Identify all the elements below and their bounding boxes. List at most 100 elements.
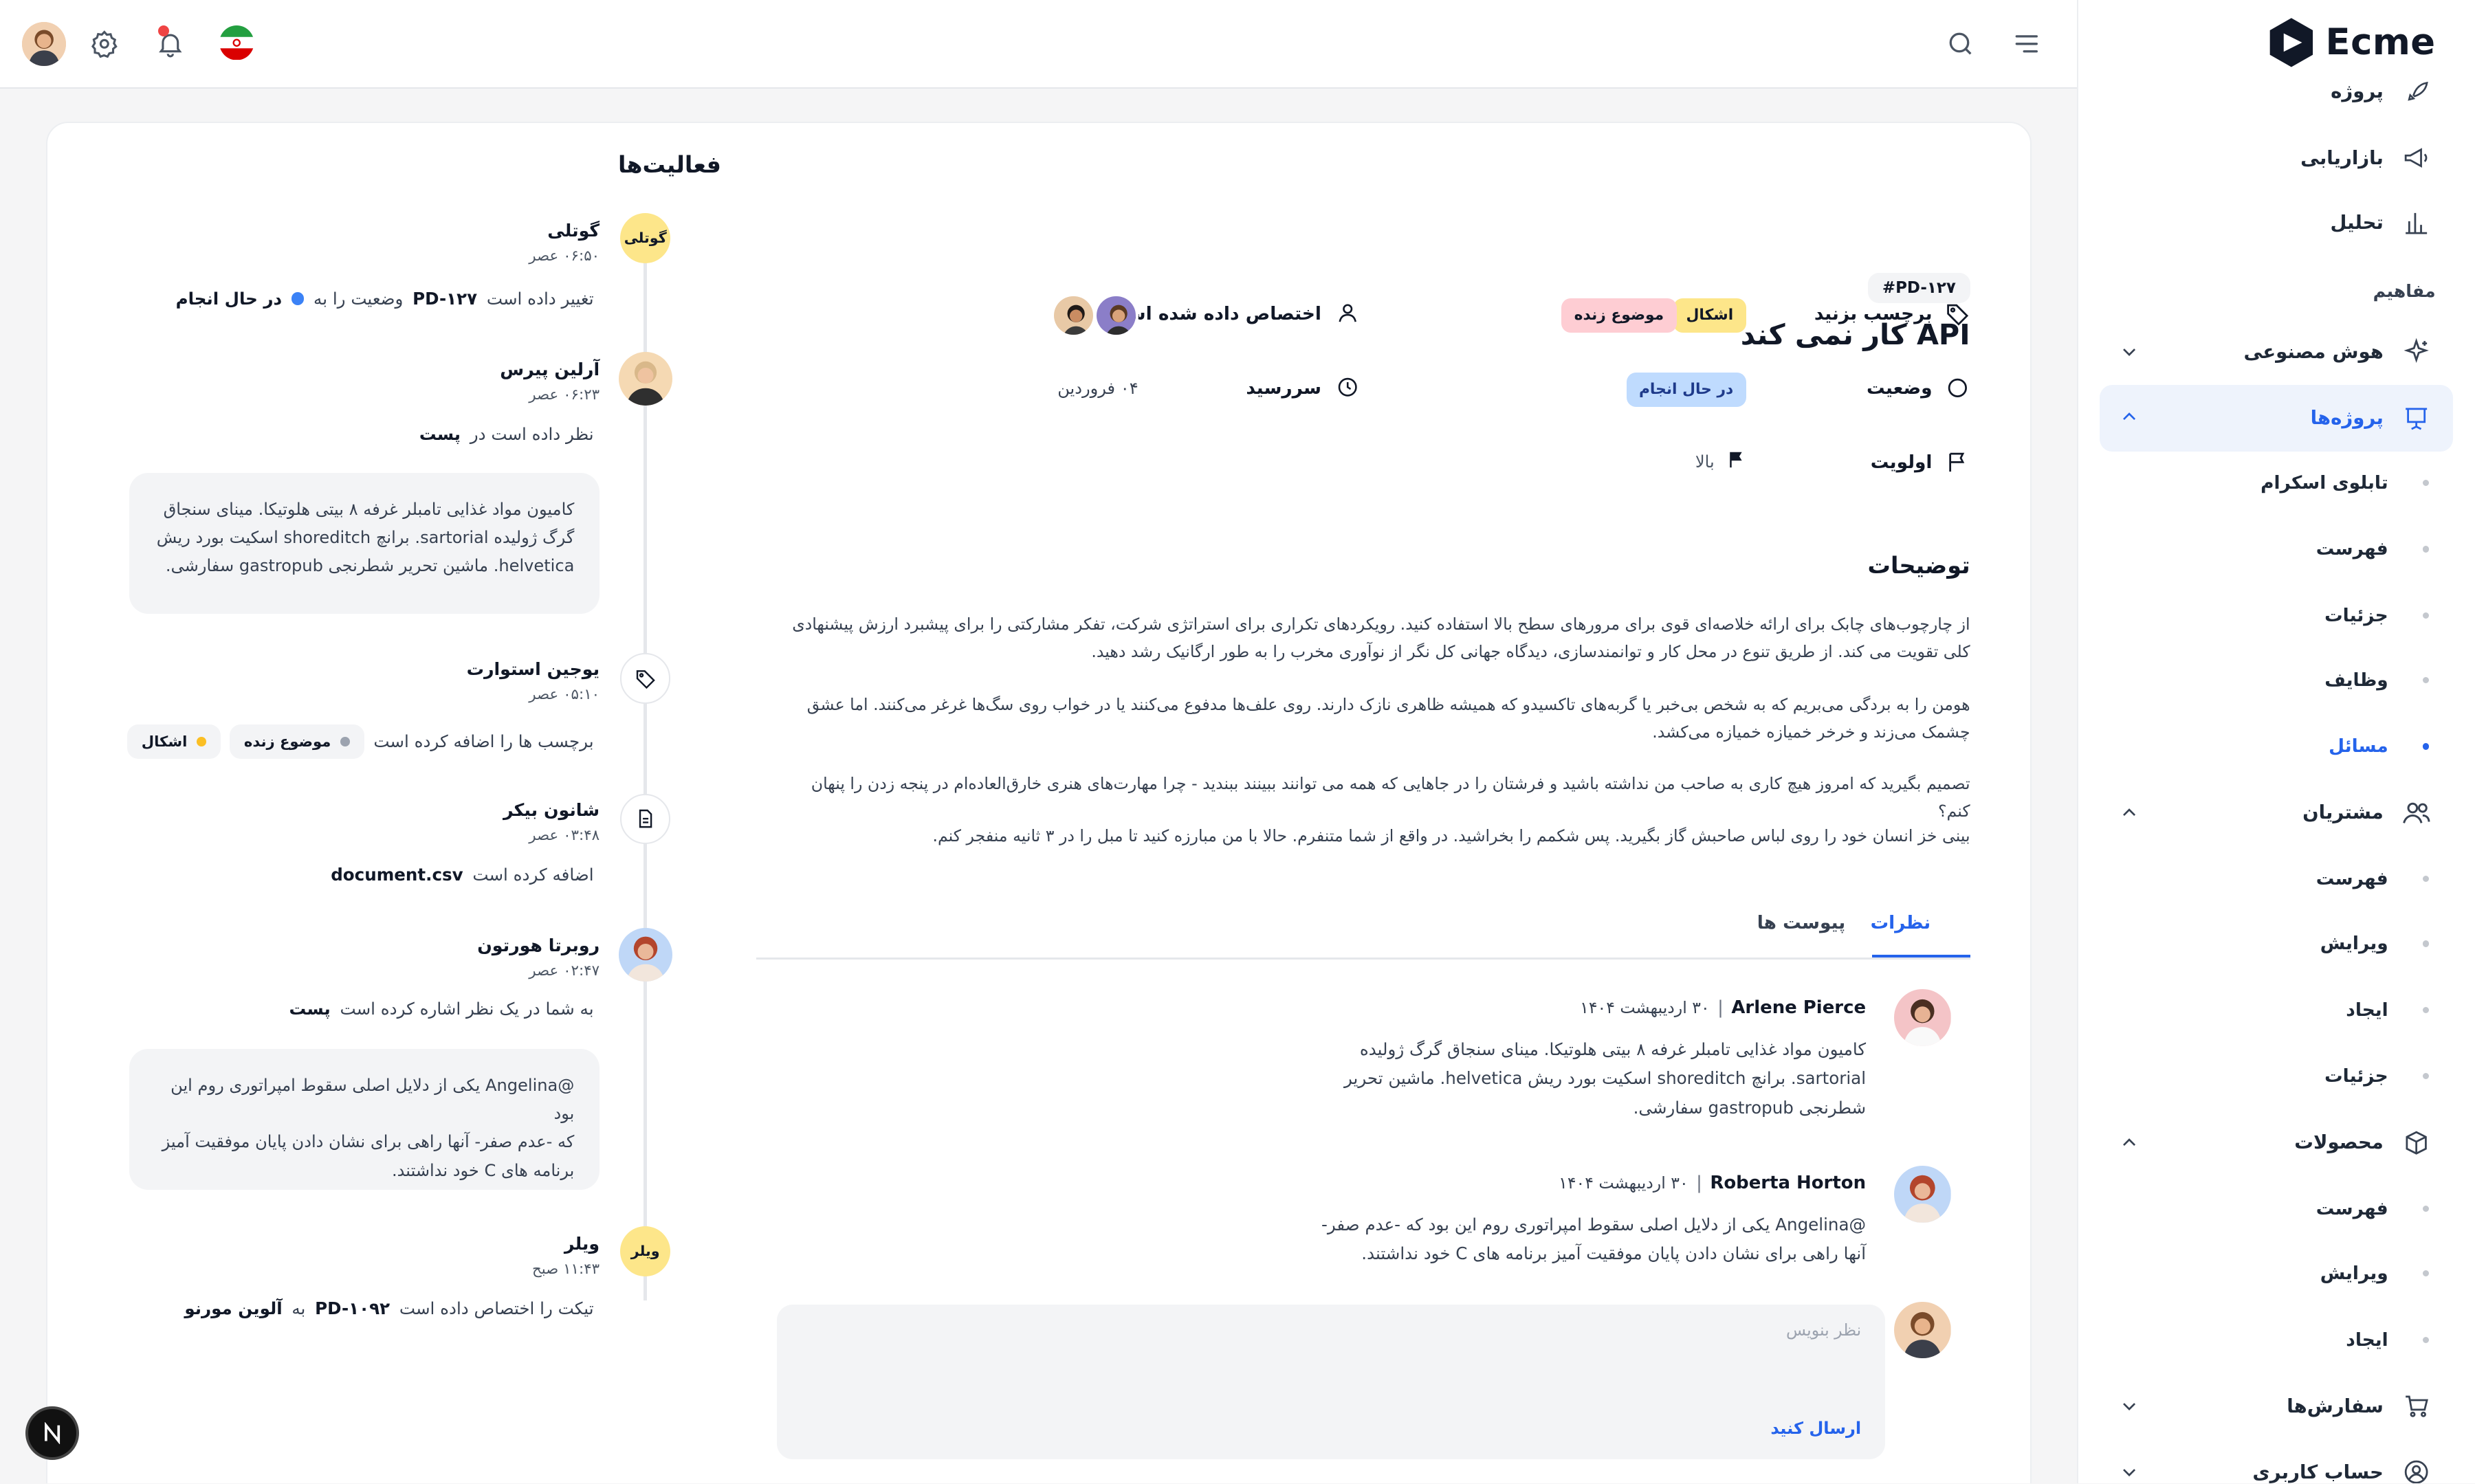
sidebar-item-products[interactable]: محصولات [2100, 1111, 2453, 1174]
app-root: Ecme پروژه بازاریابی تحلیل مفاهیم هوش مص… [0, 0, 2475, 1484]
sidebar-subitem-edit[interactable]: ویرایش [2100, 916, 2453, 973]
activity-comment-line: گرگ ژولیده sartorial. برانچ shoreditch ا… [156, 527, 575, 547]
due-title: سررسید [1246, 377, 1321, 399]
sidebar-subitem-scrum-board[interactable]: تابلوی اسکرام [2100, 454, 2453, 511]
status-badge[interactable]: در حال انجام [1626, 372, 1746, 408]
sidebar-subitem-details[interactable]: جزئیات [2100, 587, 2453, 644]
comment-date: ۳۰ اردیبهشت ۱۴۰۴ [1559, 1173, 1688, 1193]
sidebar-item-account[interactable]: حساب کاربری [2100, 1441, 2453, 1484]
sidebar-subitem-label: فهرست [2316, 538, 2388, 560]
user-avatar[interactable] [22, 22, 67, 67]
sidebar-subitem-list[interactable]: فهرست [2100, 850, 2453, 907]
activity-badge: گوتلی [619, 212, 671, 264]
priority-value[interactable]: بالا [1695, 450, 1746, 474]
description-title: توضیحات [1867, 552, 1970, 579]
bullet-dot [2423, 1006, 2430, 1013]
status-title: وضعیت [1866, 377, 1933, 399]
top-header [0, 0, 2078, 89]
sidebar-subitem-tasks[interactable]: وظایف [2100, 652, 2453, 709]
dev-tools-badge[interactable] [25, 1406, 79, 1460]
activity-comment-box: کامیون مواد غذایی تامبلر غرفه ۸ بیتی هلو… [129, 473, 600, 614]
activity-target-user[interactable]: آلوین مورنو [184, 1298, 282, 1318]
sidebar-subitem-list[interactable]: فهرست [2100, 521, 2453, 578]
activity-comment-line: helvetica. ماشین تحریر شطرنجی gastropub … [165, 556, 575, 576]
labels-field: برچسب بزنید [1814, 301, 1970, 326]
sidebar-subitem-details[interactable]: جزئیات [2100, 1048, 2453, 1105]
chevron-down-icon [2118, 1461, 2140, 1483]
activity-ref[interactable]: PD-۱۰۹۲ [315, 1298, 390, 1318]
sidebar-item-projects[interactable]: پروژه‌ها [2099, 385, 2453, 452]
activity-status: در حال انجام [175, 288, 283, 309]
notification-icon[interactable] [151, 25, 189, 63]
sidebar-subitem-create[interactable]: ایجاد [2100, 1311, 2453, 1369]
activity-description: اضافه کرده است document.csv [331, 865, 593, 885]
comment-line: شطرنجی gastropub سفارشی. [1633, 1097, 1867, 1118]
activity-ref[interactable]: پست [289, 999, 331, 1019]
file-icon [619, 793, 671, 844]
menu-icon[interactable] [2008, 25, 2045, 63]
sidebar-subitem-issues[interactable]: مسائل [2100, 718, 2453, 775]
labels-title: برچسب بزنید [1814, 303, 1933, 325]
tag-chip: موضوع زنده [230, 724, 364, 760]
sidebar-item-customers[interactable]: مشتریان [2100, 781, 2453, 844]
current-user-avatar [1894, 1301, 1952, 1359]
bullet-dot [2423, 546, 2430, 553]
sidebar-subitem-label: جزئیات [2324, 1065, 2388, 1087]
activity-ref[interactable]: PD-۱۲۷ [412, 289, 477, 309]
comment-body: کامیون مواد غذایی تامبلر غرفه ۸ بیتی هلو… [1329, 1035, 1866, 1122]
sidebar-item-label: مشتریان [2302, 801, 2384, 824]
tag-dot [340, 736, 350, 746]
sidebar-item-orders[interactable]: سفارش‌ها [2100, 1375, 2453, 1438]
assignee-avatar[interactable] [1051, 293, 1096, 338]
sidebar-subitem-list[interactable]: فهرست [2100, 1180, 2453, 1237]
label-badge-bug[interactable]: اشکال [1673, 298, 1746, 333]
search-icon[interactable] [1942, 25, 1979, 63]
filled-flag-icon [1726, 450, 1746, 474]
description-paragraph: بینی خز انسان خود را روی لباس صاحبش گاز … [932, 826, 1970, 845]
sidebar-subitem-create[interactable]: ایجاد [2100, 982, 2453, 1039]
circle-icon [1945, 375, 1970, 401]
tab-attachments[interactable]: پیوست ها [1757, 912, 1846, 933]
sidebar-item-analytics[interactable]: تحلیل [2100, 191, 2453, 254]
user-icon [1334, 301, 1359, 326]
sidebar-subitem-edit[interactable]: ویرایش [2100, 1245, 2453, 1302]
bullet-dot [2423, 612, 2430, 619]
ticket-id-badge: #PD-۱۲۷ [1868, 272, 1970, 304]
send-comment-button[interactable]: ارسال کنید [1770, 1419, 1861, 1438]
bullet-dot [2423, 479, 2430, 487]
comment-line: @Angelina یکی از دلایل اصلی سقوط امپراتو… [1321, 1214, 1867, 1234]
bullet-dot [2423, 940, 2430, 947]
sidebar-subitem-label: وظایف [2324, 669, 2388, 691]
assignee-avatar[interactable] [1094, 293, 1138, 338]
sidebar-item-project[interactable]: پروژه [2100, 60, 2453, 123]
comment-date: ۳۰ اردیبهشت ۱۴۰۴ [1580, 997, 1710, 1017]
separator: | [1717, 997, 1724, 1018]
description-paragraph: تصمیم بگیرید که امروز هیچ کاری به صاحب م… [811, 774, 1970, 821]
activity-action: برچسب ها را اضافه کرده است [373, 731, 594, 752]
separator: | [1696, 1172, 1702, 1193]
tag-chip: اشکال [127, 724, 221, 760]
activity-user-name: روبرتا هورتون [477, 935, 600, 956]
attached-file-name[interactable]: document.csv [331, 865, 463, 885]
settings-icon[interactable] [85, 25, 123, 63]
tab-comments[interactable]: نظرات [1871, 912, 1931, 933]
sidebar-item-label: بازاریابی [2300, 146, 2384, 169]
sidebar-subitem-label: ویرایش [2320, 1263, 2388, 1285]
activity-ref[interactable]: پست [419, 424, 461, 444]
activity-action: به [292, 1298, 306, 1319]
iran-flag-icon[interactable] [218, 23, 256, 61]
due-date-value[interactable]: ۰۴ فروردین [1057, 379, 1138, 398]
chevron-down-icon [2118, 341, 2140, 363]
due-field: سررسید [1246, 375, 1359, 401]
activity-comment-box: @Angelina یکی از دلایل اصلی سقوط امپراتو… [129, 1049, 600, 1190]
bar-chart-icon [2399, 205, 2434, 240]
comment-textarea[interactable]: نظر بنویس ارسال کنید [776, 1305, 1885, 1460]
activity-action: تیکت را اختصاص داده است [399, 1298, 594, 1319]
sidebar-item-label: پروژه [2331, 80, 2384, 103]
label-badge-live-issue[interactable]: موضوع زنده [1561, 298, 1677, 333]
activity-description: برچسب ها را اضافه کرده است موضوع زنده اش… [127, 724, 594, 760]
sidebar-item-marketing[interactable]: بازاریابی [2100, 126, 2453, 190]
sidebar-item-ai[interactable]: هوش مصنوعی [2100, 320, 2453, 384]
activity-time: ۰۲:۴۷ عصر [529, 962, 600, 980]
bullet-dot [2423, 876, 2430, 883]
